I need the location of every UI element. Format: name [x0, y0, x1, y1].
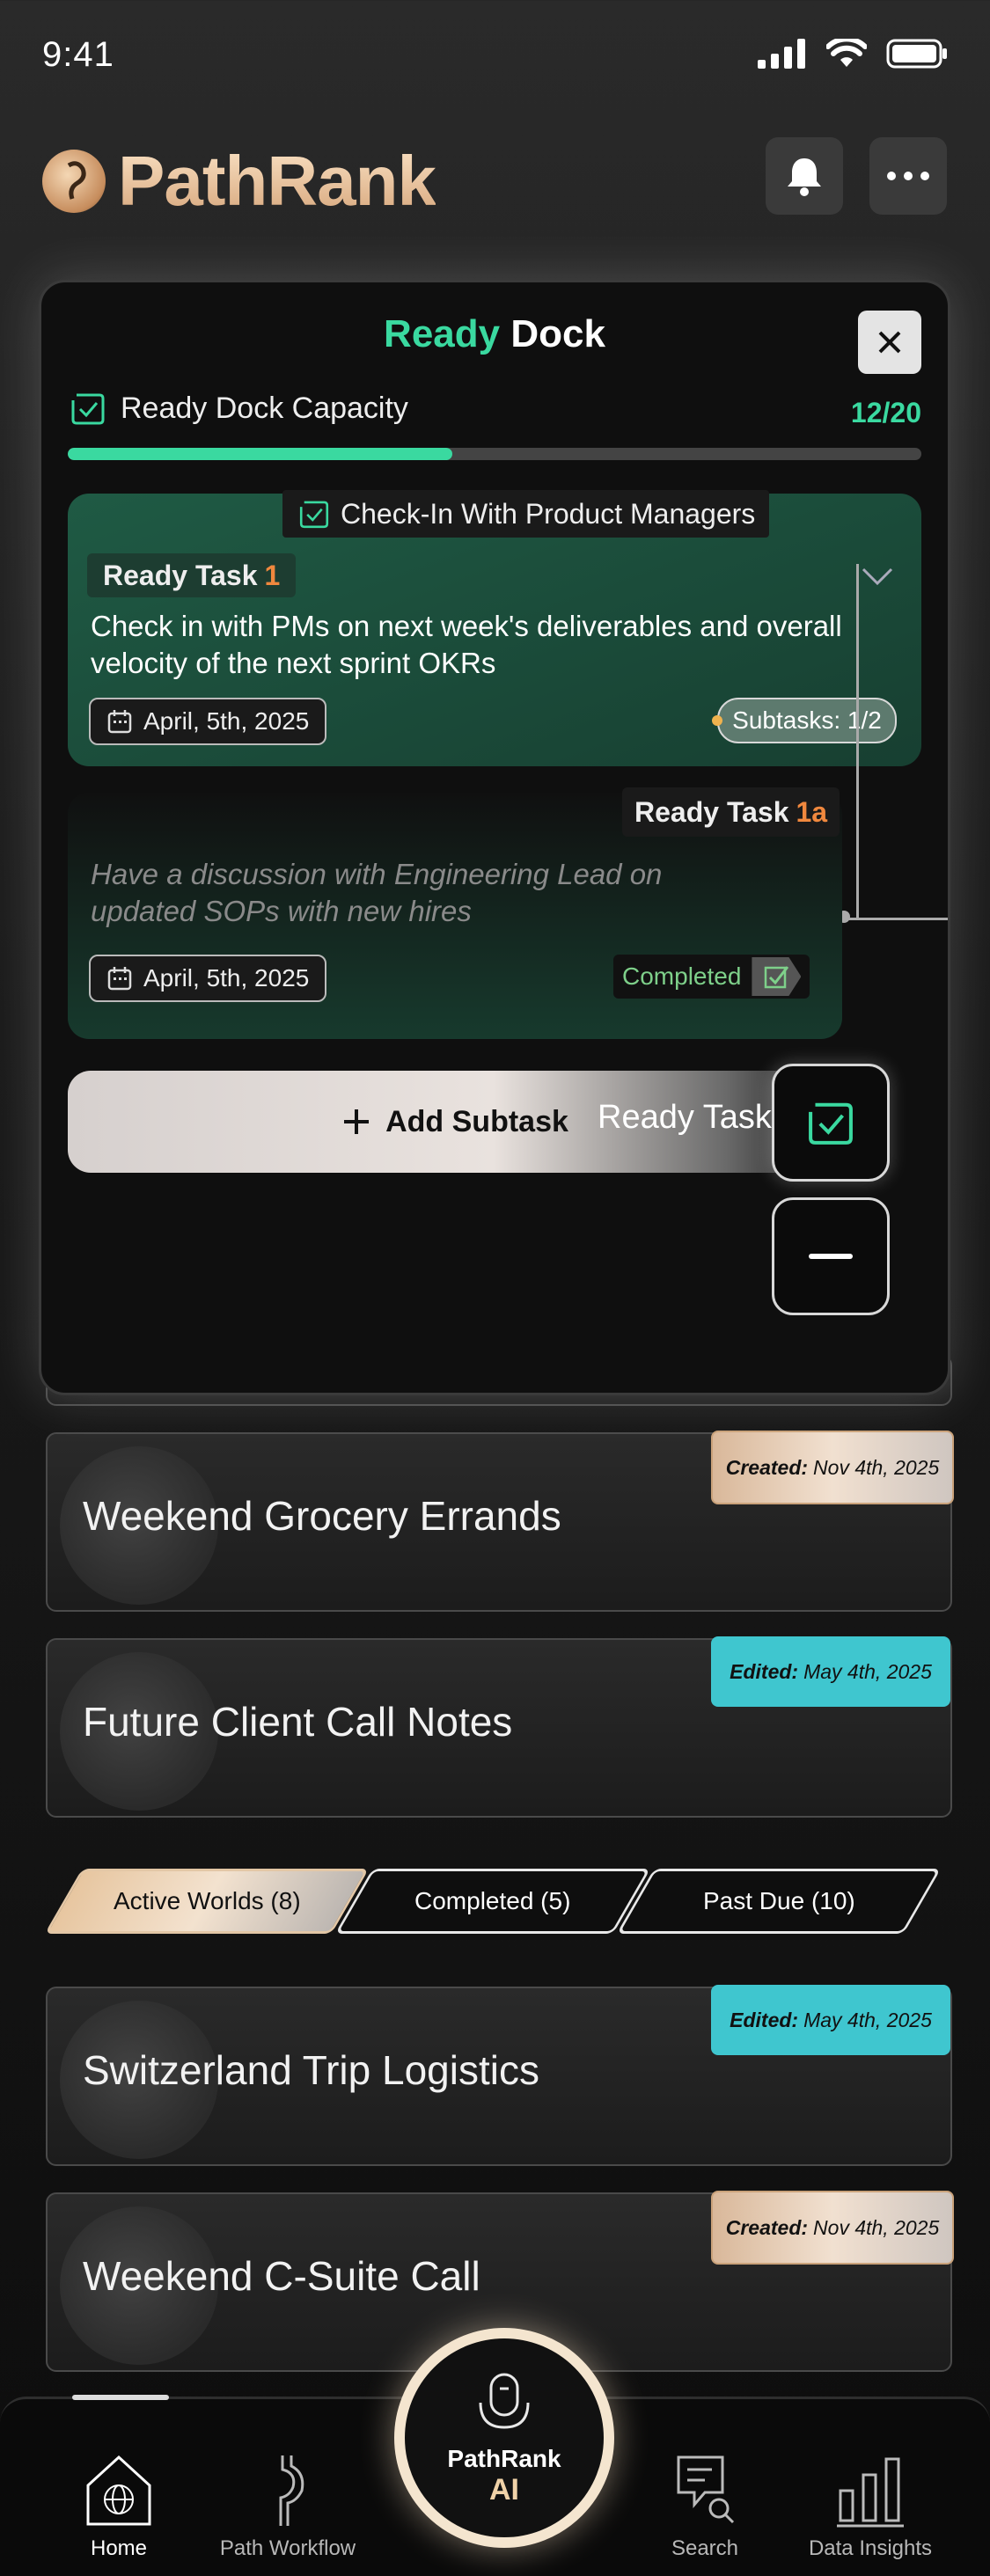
completed-status[interactable]: Completed: [613, 955, 810, 999]
connector-line: [856, 564, 859, 919]
tab-past-due[interactable]: Past Due (10): [616, 1869, 942, 1934]
world-title: Weekend C-Suite Call: [83, 2253, 480, 2299]
badge-date: Nov 4th, 2025: [813, 2215, 940, 2239]
ready-dock-modal: Ready Dock Ready Dock Capacity 12/20 Che…: [39, 280, 950, 1395]
fab-tooltip-label: Ready Task: [598, 1099, 772, 1136]
tab-active-worlds[interactable]: Active Worlds (8): [44, 1869, 370, 1934]
badge-label: Edited:: [730, 1659, 799, 1683]
connector-line: [842, 918, 948, 920]
nav-label: Path Workflow: [219, 2536, 356, 2560]
task-date: April, 5th, 2025: [89, 955, 327, 1002]
more-dots-icon: [887, 172, 929, 180]
ready-check-icon: [71, 393, 105, 425]
battery-icon: [886, 39, 947, 69]
task-label: Ready Task 1a: [622, 787, 840, 837]
path-workflow-icon: [279, 2455, 304, 2526]
home-icon: [86, 2455, 151, 2526]
nav-label: Data Insights: [808, 2536, 933, 2560]
world-title: Switzerland Trip Logistics: [83, 2047, 539, 2093]
status-text: Completed: [622, 962, 742, 990]
capacity-count: 12/20: [850, 397, 921, 428]
chevron-down-icon[interactable]: [860, 566, 895, 589]
close-button[interactable]: [858, 311, 921, 374]
ai-mic-icon: [479, 2373, 530, 2429]
badge-date: May 4th, 2025: [803, 2008, 932, 2031]
minus-icon: [809, 1254, 853, 1259]
modal-title: Ready Dock: [41, 312, 948, 356]
nav-search[interactable]: Search: [621, 2452, 788, 2561]
calendar-icon: [107, 710, 132, 734]
notifications-button[interactable]: [766, 137, 843, 215]
app-logo: PathRank: [42, 141, 436, 222]
date-text: April, 5th, 2025: [143, 707, 310, 735]
title-rest: Dock: [500, 312, 605, 355]
badge-date: Nov 4th, 2025: [813, 1455, 940, 1479]
nav-data-insights[interactable]: Data Insights: [787, 2452, 954, 2561]
nav-path-workflow[interactable]: Path Workflow: [204, 2452, 371, 2561]
date-text: April, 5th, 2025: [143, 964, 310, 992]
badge-date: May 4th, 2025: [803, 1659, 932, 1683]
nav-label: Home: [90, 2536, 148, 2560]
task-tag: Check-In With Product Managers: [282, 490, 770, 538]
active-nav-indicator: [72, 2395, 169, 2400]
capacity-row: Ready Dock Capacity: [68, 388, 408, 428]
task-tag-label: Check-In With Product Managers: [341, 497, 756, 530]
add-subtask-label: Add Subtask: [385, 1104, 568, 1138]
edited-badge: Edited: May 4th, 2025: [711, 1636, 950, 1707]
created-badge: Created: Nov 4th, 2025: [711, 1431, 954, 1504]
badge-label: Created:: [725, 2215, 809, 2239]
badge-label: Edited:: [730, 2008, 799, 2031]
world-title: Weekend Grocery Errands: [83, 1493, 561, 1539]
tab-label: Past Due (10): [702, 1887, 855, 1914]
calendar-icon: [107, 967, 132, 991]
subtasks-counter[interactable]: Subtasks: 1/2: [712, 698, 897, 743]
ai-title: PathRank: [447, 2444, 561, 2472]
tab-completed[interactable]: Completed (5): [334, 1869, 651, 1934]
task-number: 1: [264, 559, 281, 591]
nav-label: Search: [671, 2536, 739, 2560]
ready-task-card[interactable]: Check-In With Product Managers Ready Tas…: [68, 490, 921, 766]
bar-chart-icon: [837, 2457, 904, 2528]
signal-icon: [758, 39, 805, 69]
world-title: Future Client Call Notes: [83, 1699, 513, 1745]
capacity-progress-bar: [68, 448, 921, 460]
tab-label: Active Worlds (8): [113, 1887, 301, 1914]
task-description: Check in with PMs on next week's deliver…: [91, 610, 842, 679]
checkbox-checked-icon: [752, 957, 802, 996]
edited-badge: Edited: May 4th, 2025: [711, 1985, 950, 2055]
tab-label: Completed (5): [414, 1887, 571, 1914]
capacity-label: Ready Dock Capacity: [121, 391, 408, 425]
created-badge: Created: Nov 4th, 2025: [711, 2191, 954, 2265]
nav-home[interactable]: Home: [35, 2452, 202, 2561]
wifi-icon: [826, 39, 867, 67]
collapse-button[interactable]: [772, 1197, 890, 1315]
task-label-text: Ready Task: [634, 795, 789, 828]
plus-icon: [344, 1109, 370, 1134]
search-icon: [677, 2455, 735, 2524]
pathrank-logo-icon: [42, 150, 106, 213]
task-number: 1a: [796, 795, 828, 828]
title-accent: Ready: [384, 312, 501, 355]
filter-tabs: Active Worlds (8) Completed (5) Past Due…: [44, 1869, 943, 1934]
ready-check-icon: [299, 501, 329, 529]
task-label: Ready Task 1: [87, 553, 297, 597]
bell-icon: [788, 158, 821, 196]
task-description: Have a discussion with Engineering Lead …: [91, 858, 663, 927]
ready-check-icon: [809, 1102, 853, 1145]
status-icons: [758, 39, 948, 69]
task-label-text: Ready Task: [103, 559, 258, 591]
subtask-card[interactable]: Ready Task 1a Have a discussion with Engi…: [68, 787, 842, 1039]
add-ready-task-button[interactable]: [772, 1064, 890, 1182]
more-options-button[interactable]: [869, 137, 947, 215]
app-name: PathRank: [118, 142, 436, 220]
close-icon: [878, 331, 901, 354]
ai-subtitle: AI: [489, 2472, 519, 2506]
pathrank-ai-button[interactable]: PathRank AI: [394, 2328, 614, 2548]
capacity-progress-fill: [68, 448, 452, 460]
task-date: April, 5th, 2025: [89, 698, 327, 745]
badge-label: Created:: [725, 1455, 809, 1479]
status-time: 9:41: [42, 35, 114, 74]
